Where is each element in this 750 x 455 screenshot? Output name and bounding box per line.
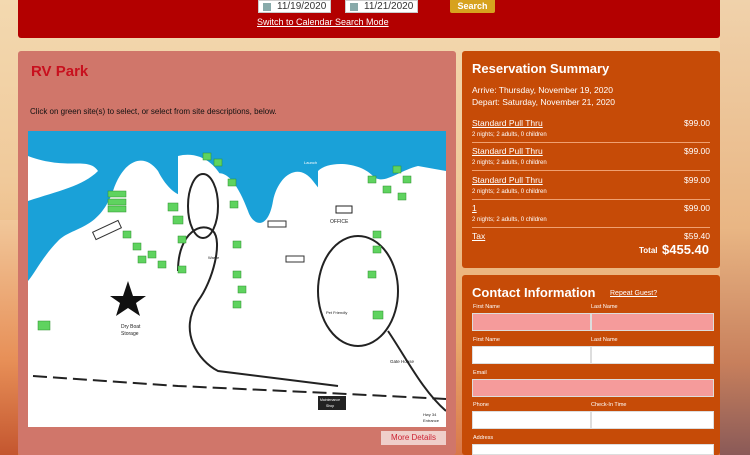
map-label-office: OFFICE xyxy=(330,219,349,225)
site-detail: 2 nights; 2 adults, 0 children xyxy=(472,189,547,195)
arrive-text: Arrive: Thursday, November 19, 2020 xyxy=(472,85,613,95)
map-label-daily: Daily xyxy=(143,224,159,231)
background-right xyxy=(720,0,750,455)
site-price: $99.00 xyxy=(684,146,710,156)
address-input[interactable] xyxy=(472,444,714,455)
search-button[interactable]: Search xyxy=(450,0,495,13)
site-price: $99.00 xyxy=(684,175,710,185)
background-left xyxy=(0,220,18,455)
map-label-entrance: Entrance xyxy=(423,418,440,423)
total-value: $455.40 xyxy=(662,242,709,257)
park-map-svg: Daily OFFICE Dry Boat Storage Gate House… xyxy=(28,131,446,427)
arrive-date-value: 11/19/2020 xyxy=(277,1,327,12)
map-label-launch: Launch xyxy=(304,160,317,165)
dock xyxy=(267,220,287,228)
email-input[interactable] xyxy=(472,379,714,397)
map-label-shop: Shop xyxy=(326,404,334,408)
reservation-summary-panel: Reservation Summary Arrive: Thursday, No… xyxy=(462,51,720,268)
site-detail: 2 nights; 2 adults, 0 children xyxy=(472,217,547,223)
phone-input[interactable] xyxy=(472,411,591,429)
depart-date-input[interactable]: 11/21/2020 xyxy=(345,0,418,13)
dock xyxy=(285,255,305,263)
park-map[interactable]: Daily OFFICE Dry Boat Storage Gate House… xyxy=(28,131,446,427)
checkin-time-label: Check-In Time xyxy=(591,402,627,408)
site-link[interactable]: Standard Pull Thru xyxy=(472,118,710,128)
site-price: $99.00 xyxy=(684,118,710,128)
office-building xyxy=(335,205,353,214)
site-detail: 2 nights; 2 adults, 0 children xyxy=(472,160,547,166)
switch-calendar-link[interactable]: Switch to Calendar Search Mode xyxy=(257,17,389,27)
phone-label: Phone xyxy=(473,402,489,408)
depart-date-value: 11/21/2020 xyxy=(364,1,414,12)
map-label-hwy: Hwy 34 xyxy=(423,412,437,417)
repeat-guest-link[interactable]: Repeat Guest? xyxy=(610,290,657,297)
first-name-label-2: First Name xyxy=(473,337,500,343)
search-bar: 11/19/2020 11/21/2020 Search Switch to C… xyxy=(18,0,720,38)
site-link[interactable]: Standard Pull Thru xyxy=(472,146,710,156)
email-label: Email xyxy=(473,370,487,376)
dock xyxy=(91,219,123,241)
reservation-item: Standard Pull Thru $99.00 2 nights; 2 ad… xyxy=(472,118,710,143)
tax-link[interactable]: Tax xyxy=(472,231,710,241)
divider xyxy=(472,227,710,228)
reservation-item: Standard Pull Thru $99.00 2 nights; 2 ad… xyxy=(472,175,710,200)
calendar-icon xyxy=(350,2,358,11)
contact-title: Contact Information xyxy=(472,285,596,300)
site-detail: 2 nights; 2 adults, 0 children xyxy=(472,132,547,138)
site-price: $99.00 xyxy=(684,203,710,213)
divider xyxy=(472,170,710,171)
divider xyxy=(472,142,710,143)
map-label-dry-boat: Dry Boat xyxy=(121,324,141,330)
starburst-marker xyxy=(110,281,146,316)
map-label-waste: Waste xyxy=(208,255,220,260)
map-label-gate-house: Gate House xyxy=(390,359,415,364)
tax-value: $59.40 xyxy=(684,231,710,241)
park-title: RV Park xyxy=(31,63,89,80)
first-name-input-2[interactable] xyxy=(472,346,591,364)
park-panel: RV Park Click on green site(s) to select… xyxy=(18,51,456,455)
depart-text: Depart: Saturday, November 21, 2020 xyxy=(472,97,616,107)
park-instructions: Click on green site(s) to select, or sel… xyxy=(30,107,277,116)
divider xyxy=(472,199,710,200)
contact-panel: Contact Information Repeat Guest? First … xyxy=(462,275,720,455)
last-name-label: Last Name xyxy=(591,304,618,310)
map-label-storage: Storage xyxy=(121,331,139,337)
site-link[interactable]: 1 xyxy=(472,203,710,213)
lake-water-top xyxy=(28,131,446,156)
reservation-item: 1 $99.00 2 nights; 2 adults, 0 children xyxy=(472,203,710,228)
first-name-input[interactable] xyxy=(472,313,591,331)
address-label: Address xyxy=(473,435,494,441)
map-label-maintenance: Maintenance xyxy=(320,398,340,402)
last-name-label-2: Last Name xyxy=(591,337,618,343)
calendar-icon xyxy=(263,2,271,11)
last-name-input[interactable] xyxy=(591,313,714,331)
checkin-time-input[interactable] xyxy=(591,411,714,429)
reservation-title: Reservation Summary xyxy=(472,61,610,76)
tax-row: Tax $59.40 xyxy=(472,231,710,241)
arrive-date-input[interactable]: 11/19/2020 xyxy=(258,0,331,13)
more-details-button[interactable]: More Details xyxy=(381,431,446,445)
reservation-item: Standard Pull Thru $99.00 2 nights; 2 ad… xyxy=(472,146,710,171)
map-label-pet-friendly: Pet Friendly xyxy=(326,310,347,315)
last-name-input-2[interactable] xyxy=(591,346,714,364)
site-link[interactable]: Standard Pull Thru xyxy=(472,175,710,185)
first-name-label: First Name xyxy=(473,304,500,310)
total-label: Total xyxy=(639,246,658,255)
east-land xyxy=(318,164,446,427)
